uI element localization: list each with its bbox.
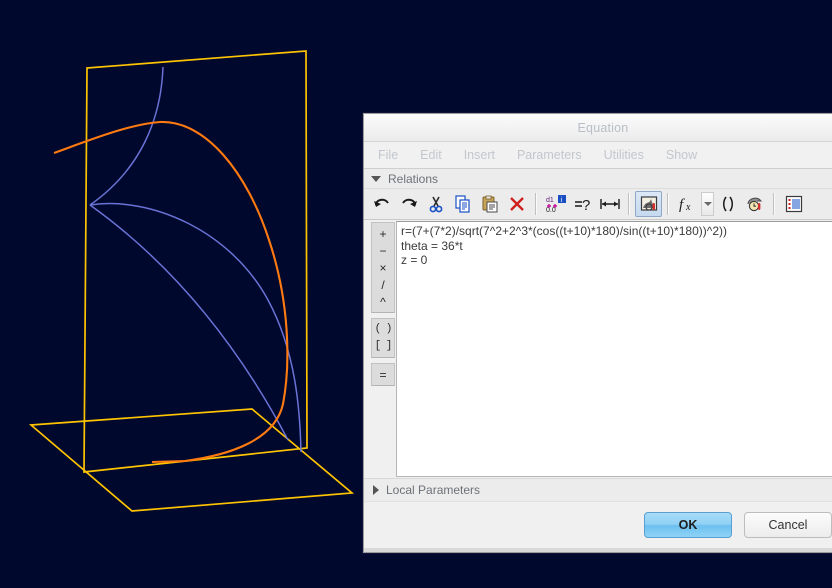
svg-text:d1: d1 xyxy=(546,197,554,204)
equation-line: r=(7+(7*2)/sqrt(7^2+2^3*(cos((t+10)*180)… xyxy=(401,224,728,238)
toolbar-separator xyxy=(535,193,537,215)
operator-power[interactable]: ^ xyxy=(372,293,394,310)
history-icon[interactable] xyxy=(741,191,768,217)
menu-insert[interactable]: Insert xyxy=(464,148,495,162)
operator-plus[interactable]: + xyxy=(372,225,394,242)
operator-divide[interactable]: / xyxy=(372,276,394,293)
chevron-right-icon[interactable] xyxy=(373,485,379,495)
relations-toolbar: d1 0.0 i ? f x xyxy=(364,189,832,220)
copy-icon[interactable] xyxy=(449,191,476,217)
verify-icon[interactable]: ? xyxy=(569,191,596,217)
undo-icon[interactable] xyxy=(368,191,395,217)
paste-icon[interactable] xyxy=(476,191,503,217)
operator-multiply[interactable]: × xyxy=(372,259,394,276)
chevron-down-icon xyxy=(703,202,712,206)
app-root: Equation File Edit Insert Parameters Uti… xyxy=(0,0,832,588)
equation-line: z = 0 xyxy=(401,253,428,267)
menu-show[interactable]: Show xyxy=(666,148,697,162)
equation-editor-body: + − × / ^ ( ) [ ] = r=(7+(7*2)/sqrt(7^2+… xyxy=(364,220,832,478)
dialog-titlebar[interactable]: Equation xyxy=(364,114,832,142)
operator-group-equals: = xyxy=(371,363,395,386)
dialog-title: Equation xyxy=(577,120,629,135)
local-parameters-label: Local Parameters xyxy=(386,483,481,497)
function-dropdown-icon[interactable] xyxy=(701,192,714,216)
function-icon[interactable]: f x xyxy=(674,191,701,217)
menu-utilities[interactable]: Utilities xyxy=(604,148,644,162)
image-tool-icon[interactable] xyxy=(635,191,662,217)
operator-parentheses[interactable]: ( ) xyxy=(372,321,394,338)
equation-line: theta = 36*t xyxy=(401,238,463,253)
menubar: File Edit Insert Parameters Utilities Sh… xyxy=(364,142,832,169)
operator-equals[interactable]: = xyxy=(372,366,394,383)
relations-section-header[interactable]: Relations xyxy=(364,169,832,189)
toolbar-separator xyxy=(773,193,775,215)
operator-group-arithmetic: + − × / ^ xyxy=(371,222,395,313)
operator-brackets[interactable]: [ ] xyxy=(372,338,394,355)
relations-label: Relations xyxy=(388,171,439,186)
menu-edit[interactable]: Edit xyxy=(420,148,442,162)
list-icon[interactable] xyxy=(780,191,807,217)
local-parameters-section-header[interactable]: Local Parameters xyxy=(364,478,832,501)
operator-minus[interactable]: − xyxy=(372,242,394,259)
svg-text:?: ? xyxy=(582,197,590,212)
menu-file[interactable]: File xyxy=(378,148,398,162)
cut-icon[interactable] xyxy=(422,191,449,217)
parentheses-icon[interactable] xyxy=(714,191,741,217)
operator-group-brackets: ( ) [ ] xyxy=(371,318,395,358)
chevron-down-icon[interactable] xyxy=(371,175,381,182)
equation-dialog: Equation File Edit Insert Parameters Uti… xyxy=(363,113,832,553)
equation-text-input[interactable]: r=(7+(7*2)/sqrt(7^2+2^3*(cos((t+10)*180)… xyxy=(396,221,832,477)
add-parameter-icon[interactable]: d1 0.0 i xyxy=(542,191,569,217)
operator-palette: + − × / ^ ( ) [ ] = xyxy=(371,222,395,478)
menu-parameters[interactable]: Parameters xyxy=(517,148,582,162)
svg-text:0.0: 0.0 xyxy=(546,207,556,214)
svg-text:x: x xyxy=(685,202,691,213)
ok-button[interactable]: OK xyxy=(644,512,732,538)
toolbar-separator xyxy=(628,193,630,215)
toolbar-separator xyxy=(667,193,669,215)
svg-text:f: f xyxy=(679,197,685,213)
redo-icon[interactable] xyxy=(395,191,422,217)
dialog-button-bar: OK Cancel xyxy=(364,501,832,548)
cancel-button[interactable]: Cancel xyxy=(744,512,832,538)
measure-icon[interactable] xyxy=(596,191,623,217)
delete-icon[interactable] xyxy=(503,191,530,217)
dialog-bottom-edge xyxy=(364,548,832,552)
